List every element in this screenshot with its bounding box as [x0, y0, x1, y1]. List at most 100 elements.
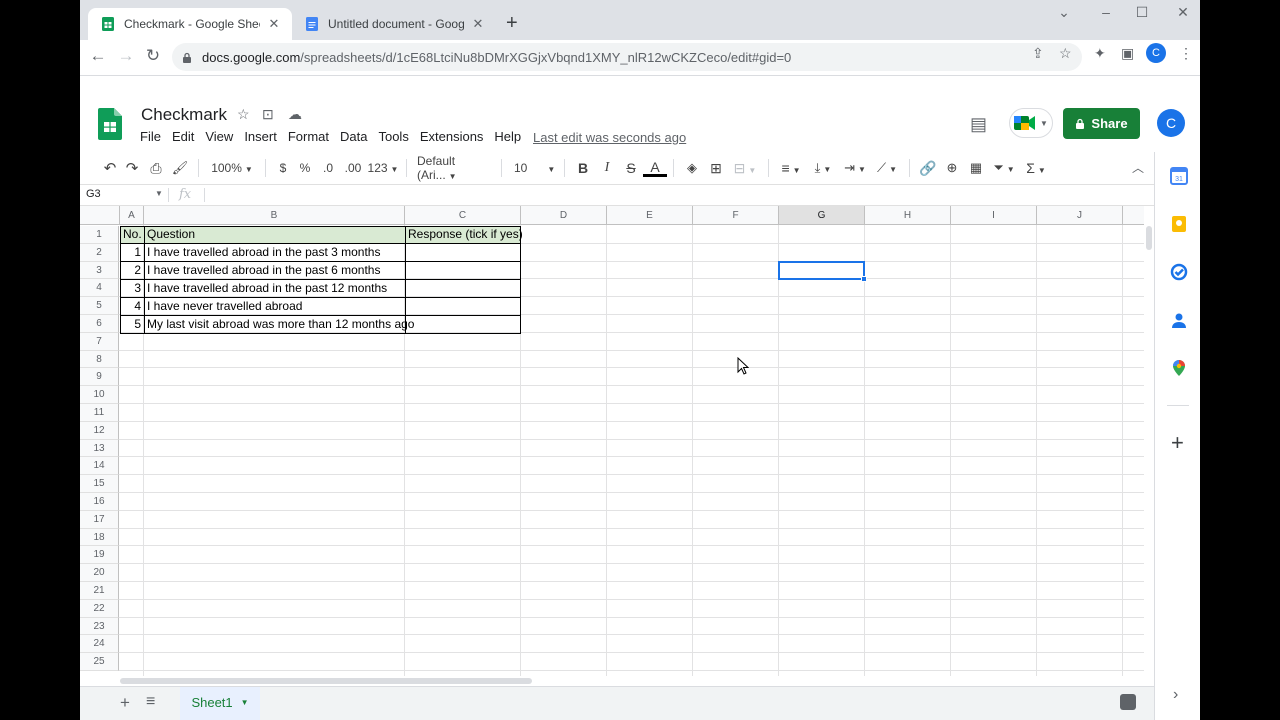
star-icon[interactable]: ☆	[237, 106, 250, 123]
cell-b6[interactable]: My last visit abroad was more than 12 mo…	[144, 316, 414, 333]
explore-icon[interactable]	[1120, 694, 1136, 710]
horizontal-align-icon[interactable]: ≡ ▼	[775, 160, 807, 176]
selected-cell-g3[interactable]	[778, 261, 865, 280]
row-header[interactable]: 3	[80, 261, 119, 280]
extensions-icon[interactable]: ✦	[1094, 45, 1106, 62]
cell-b2[interactable]: I have travelled abroad in the past 3 mo…	[144, 244, 405, 261]
menu-data[interactable]: Data	[340, 129, 367, 144]
currency-format-button[interactable]: $	[272, 161, 294, 175]
side-panel-icon[interactable]: ▣	[1121, 45, 1134, 62]
bold-button[interactable]: B	[571, 160, 595, 176]
filter-icon[interactable]: ⏷ ▼	[988, 160, 1020, 176]
row-header[interactable]: 8	[80, 350, 119, 369]
column-header[interactable]: H	[865, 206, 951, 225]
row-header[interactable]: 20	[80, 564, 119, 582]
row-header[interactable]: 1	[80, 226, 119, 244]
row-header[interactable]: 25	[80, 653, 119, 671]
keep-icon[interactable]	[1170, 215, 1188, 233]
row-header[interactable]: 9	[80, 368, 119, 387]
cell-a6[interactable]: 5	[120, 316, 144, 333]
row-header[interactable]: 2	[80, 243, 119, 262]
strikethrough-button[interactable]: S	[619, 160, 643, 176]
row-header[interactable]: 10	[80, 386, 119, 404]
cloud-saved-icon[interactable]: ☁	[288, 106, 302, 123]
tab-docs[interactable]: Untitled document - Google Doc ✕	[292, 8, 496, 40]
fill-color-icon[interactable]: ◈	[680, 160, 704, 176]
merge-cells-icon[interactable]: ⊟ ▼	[728, 160, 762, 177]
select-all-corner[interactable]	[80, 206, 120, 225]
browser-profile-avatar[interactable]: C	[1146, 43, 1166, 63]
font-size-select[interactable]: 10 ▼	[508, 161, 558, 175]
percent-format-button[interactable]: %	[294, 161, 316, 175]
tab-search-icon[interactable]: ⌄	[1054, 4, 1074, 21]
cell-a1[interactable]: No.	[120, 226, 144, 243]
row-header[interactable]: 19	[80, 546, 119, 565]
cell-a4[interactable]: 3	[120, 280, 144, 297]
column-header[interactable]: F	[693, 206, 779, 225]
menu-file[interactable]: File	[140, 129, 161, 144]
zoom-select[interactable]: 100% ▼	[205, 161, 259, 175]
text-rotation-icon[interactable]: ⟋ ▼	[871, 160, 903, 176]
horizontal-scrollbar[interactable]	[120, 676, 1154, 686]
insert-chart-icon[interactable]: ▦	[964, 160, 988, 176]
menu-insert[interactable]: Insert	[244, 129, 277, 144]
vertical-scroll-thumb[interactable]	[1146, 226, 1152, 250]
back-icon[interactable]: ←	[86, 46, 110, 66]
cell-b4[interactable]: I have travelled abroad in the past 12 m…	[144, 280, 405, 297]
row-header[interactable]: 7	[80, 332, 119, 351]
row-header[interactable]: 22	[80, 599, 119, 618]
cell-b1[interactable]: Question	[144, 226, 405, 243]
text-wrapping-icon[interactable]: ⇥ ▼	[839, 160, 871, 176]
sheet-tab[interactable]: Sheet1 ▼	[180, 687, 260, 720]
column-header[interactable]	[1123, 206, 1144, 225]
cell-a3[interactable]: 2	[120, 262, 144, 279]
new-tab-button[interactable]: +	[506, 12, 518, 35]
borders-icon[interactable]: ⊞	[704, 160, 728, 177]
italic-button[interactable]: I	[595, 160, 619, 176]
increase-decimal-button[interactable]: .00	[340, 161, 366, 175]
share-page-icon[interactable]: ⇪	[1032, 45, 1044, 62]
row-header[interactable]: 18	[80, 528, 119, 547]
row-header[interactable]: 24	[80, 635, 119, 654]
row-header[interactable]: 21	[80, 582, 119, 600]
row-header[interactable]: 13	[80, 439, 119, 458]
column-header[interactable]: D	[521, 206, 607, 225]
row-header[interactable]: 11	[80, 404, 119, 422]
chevron-down-icon[interactable]: ▼	[155, 189, 163, 198]
row-header[interactable]: 4	[80, 279, 119, 298]
more-formats-select[interactable]: 123 ▼	[366, 161, 400, 175]
menu-view[interactable]: View	[205, 129, 233, 144]
column-header[interactable]: I	[951, 206, 1037, 225]
font-select[interactable]: Default (Ari... ▼	[413, 154, 495, 182]
column-header[interactable]: G	[779, 206, 865, 225]
paint-format-icon[interactable]: 🖌	[168, 160, 192, 176]
row-header[interactable]: 16	[80, 493, 119, 511]
calendar-icon[interactable]: 31	[1170, 167, 1188, 185]
functions-icon[interactable]: Σ ▼	[1020, 160, 1052, 176]
maps-icon[interactable]	[1170, 359, 1188, 377]
text-color-button[interactable]: A	[643, 160, 667, 177]
maximize-icon[interactable]: ☐	[1132, 4, 1152, 21]
fill-handle[interactable]	[861, 276, 867, 282]
reload-icon[interactable]: ↻	[141, 46, 165, 66]
row-header[interactable]: 12	[80, 421, 119, 440]
move-folder-icon[interactable]: ⊡	[262, 106, 274, 123]
document-title[interactable]: Checkmark	[141, 105, 227, 125]
menu-tools[interactable]: Tools	[378, 129, 408, 144]
column-header[interactable]: J	[1037, 206, 1123, 225]
close-tab-icon[interactable]: ✕	[470, 16, 486, 32]
row-header[interactable]: 6	[80, 315, 119, 333]
column-header[interactable]: B	[144, 206, 405, 225]
menu-edit[interactable]: Edit	[172, 129, 194, 144]
add-sheet-button[interactable]: +	[120, 693, 130, 713]
tab-sheets[interactable]: Checkmark - Google Sheets ✕	[88, 8, 292, 40]
close-tab-icon[interactable]: ✕	[266, 16, 282, 32]
column-header[interactable]: E	[607, 206, 693, 225]
redo-icon[interactable]: ↷	[120, 159, 144, 177]
collapse-toolbar-icon[interactable]: ︿	[1132, 159, 1144, 176]
print-icon[interactable]: ⎙	[144, 160, 168, 177]
all-sheets-menu-icon[interactable]: ≡	[146, 693, 155, 711]
close-window-icon[interactable]: ✕	[1173, 4, 1193, 21]
meet-button[interactable]: ▼	[1009, 108, 1053, 138]
forward-icon[interactable]: →	[114, 46, 138, 66]
